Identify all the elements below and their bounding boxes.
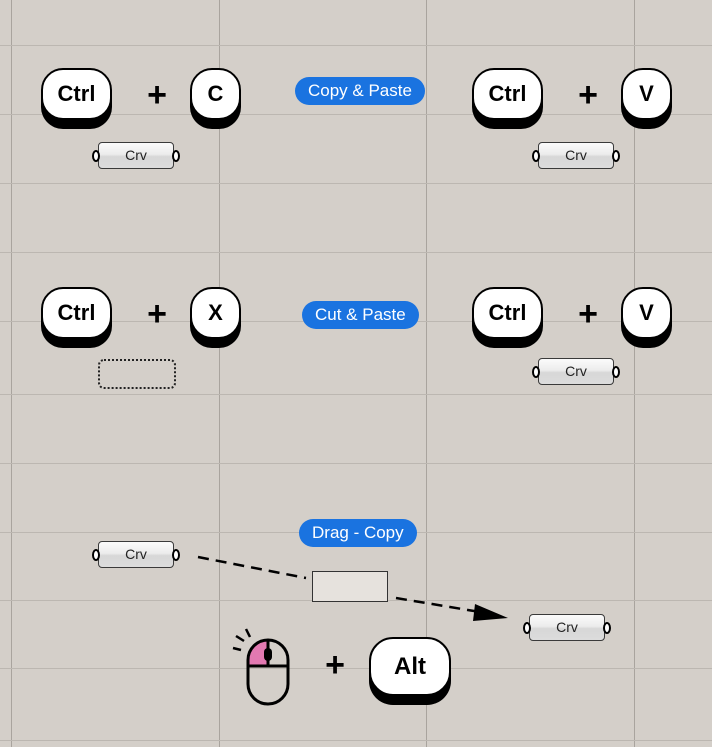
plus-sign: +	[325, 646, 345, 684]
drag-path-segment	[395, 596, 481, 614]
crv-component-copy[interactable]: Crv	[523, 614, 611, 641]
input-port[interactable]	[523, 622, 531, 634]
mouse-left-click-icon	[232, 628, 290, 706]
drag-arrow	[197, 555, 508, 621]
output-port[interactable]	[603, 622, 611, 634]
component-label: Crv	[556, 619, 578, 635]
drag-path-segment	[197, 555, 307, 580]
drag-preview-box	[312, 571, 388, 602]
arrowhead-icon	[473, 604, 508, 621]
alt-key: Alt	[369, 637, 451, 696]
